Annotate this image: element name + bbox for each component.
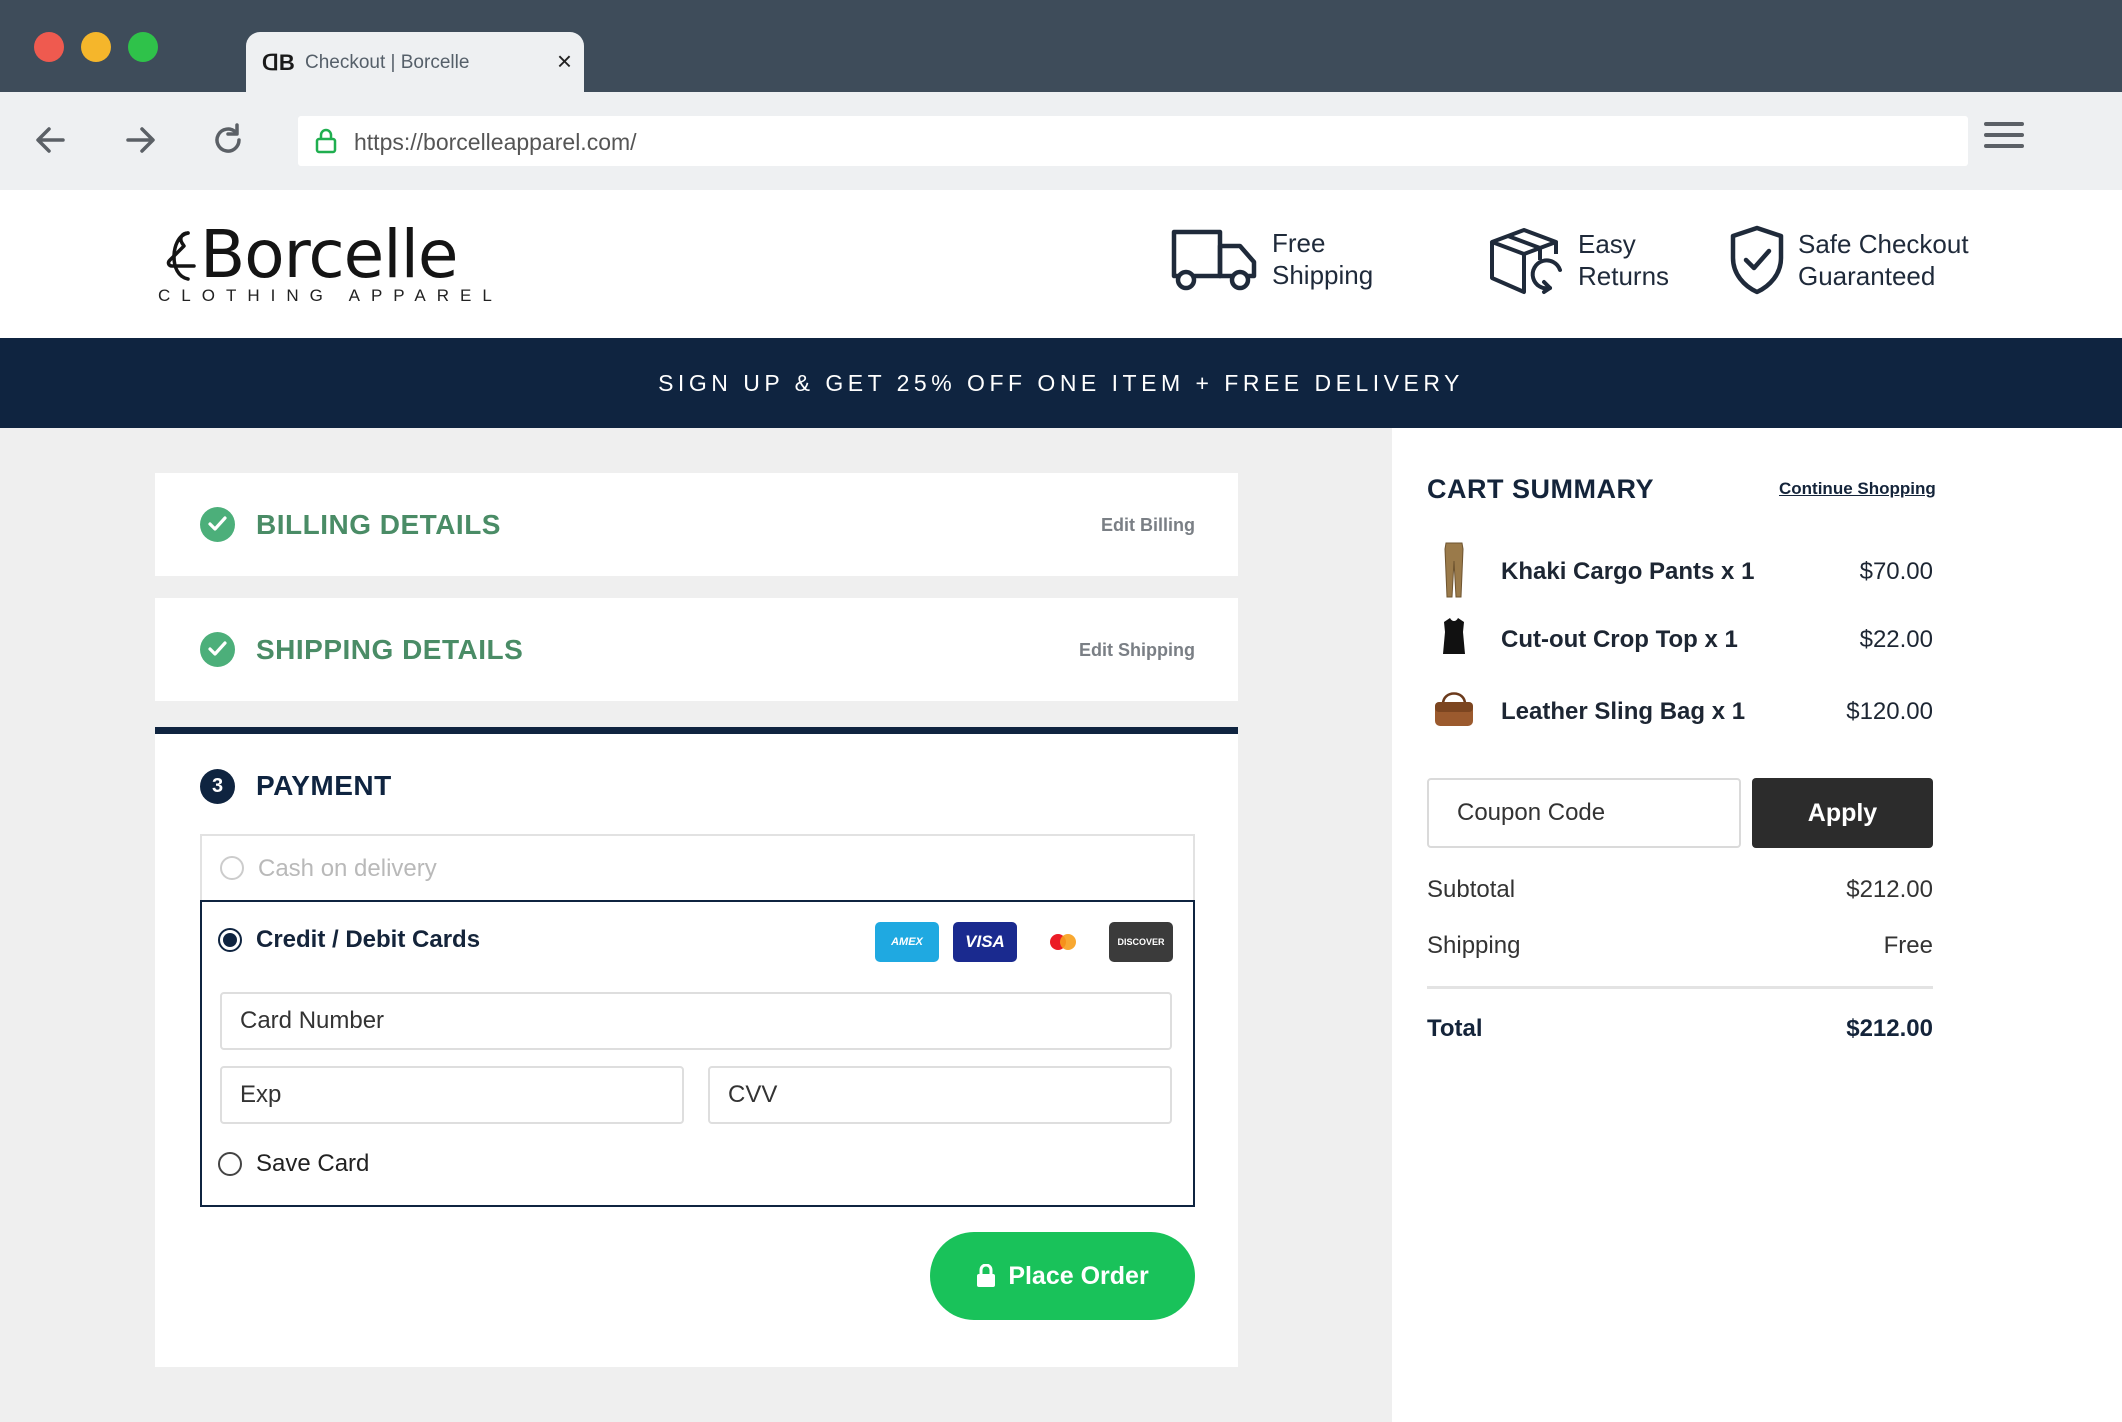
lock-icon bbox=[977, 1264, 996, 1287]
browser-titlebar: ᗡB Checkout | Borcelle × bbox=[0, 0, 2122, 94]
feature-free-shipping: Free Shipping bbox=[1170, 224, 1373, 294]
reload-button[interactable] bbox=[202, 114, 254, 166]
maximize-window-button[interactable] bbox=[128, 32, 158, 62]
browser-navbar: https://borcelleapparel.com/ bbox=[0, 92, 2122, 190]
edit-billing-link[interactable]: Edit Billing bbox=[1101, 515, 1195, 536]
subtotal-label: Subtotal bbox=[1427, 876, 1516, 903]
cart-item: Leather Sling Bag x 1 $120.00 bbox=[1427, 680, 1933, 740]
close-window-button[interactable] bbox=[34, 32, 64, 62]
cod-radio[interactable] bbox=[220, 856, 244, 880]
feature-line1: Easy bbox=[1578, 229, 1636, 259]
cod-label: Cash on delivery bbox=[258, 855, 437, 882]
check-circle-icon bbox=[200, 507, 235, 542]
continue-shopping-link[interactable]: Continue Shopping bbox=[1779, 479, 1936, 499]
billing-title: BILLING DETAILS bbox=[256, 509, 501, 540]
card-number-input[interactable] bbox=[220, 992, 1172, 1050]
feature-line2: Returns bbox=[1578, 261, 1670, 291]
check-circle-icon bbox=[200, 632, 235, 667]
visa-icon: VISA bbox=[953, 922, 1017, 962]
payment-title: PAYMENT bbox=[256, 770, 392, 801]
payment-option-card[interactable]: Credit / Debit Cards AMEX VISA DISCOVER … bbox=[200, 900, 1195, 1207]
feature-line1: Free bbox=[1272, 228, 1326, 258]
shipping-step: SHIPPING DETAILS Edit Shipping bbox=[155, 598, 1238, 701]
bag-thumbnail bbox=[1435, 692, 1473, 726]
payment-option-cod[interactable]: Cash on delivery bbox=[200, 834, 1195, 902]
place-order-label: Place Order bbox=[1008, 1261, 1149, 1290]
cart-item-name: Khaki Cargo Pants x 1 bbox=[1501, 558, 1755, 585]
save-card-label: Save Card bbox=[256, 1150, 370, 1177]
discover-icon: DISCOVER bbox=[1109, 922, 1173, 962]
coupon-input[interactable] bbox=[1427, 778, 1741, 848]
arrow-left-icon bbox=[36, 127, 65, 153]
feature-easy-returns: Easy Returns bbox=[1488, 224, 1669, 296]
apply-coupon-button[interactable]: Apply bbox=[1752, 778, 1933, 848]
promo-banner[interactable]: SIGN UP & GET 25% OFF ONE ITEM + FREE DE… bbox=[0, 338, 2122, 428]
favicon-icon: ᗡB bbox=[262, 50, 295, 75]
step-number-badge: 3 bbox=[200, 769, 235, 804]
cart-item-price: $22.00 bbox=[1859, 626, 1933, 653]
logo-tagline: CLOTHING APPAREL bbox=[158, 286, 503, 305]
payment-step: 3 PAYMENT Cash on delivery Credit / Debi… bbox=[155, 727, 1238, 1367]
forward-button[interactable] bbox=[115, 114, 167, 166]
lock-icon bbox=[315, 128, 337, 154]
hanger-icon bbox=[166, 231, 196, 281]
summary-divider bbox=[1427, 986, 1933, 989]
arrow-right-icon bbox=[126, 127, 155, 153]
place-order-button[interactable]: Place Order bbox=[930, 1232, 1195, 1320]
feature-line1: Safe Checkout bbox=[1798, 229, 1969, 259]
cvv-input[interactable] bbox=[708, 1066, 1172, 1124]
feature-line2: Shipping bbox=[1272, 260, 1374, 290]
shipping-value: Free bbox=[1883, 932, 1933, 959]
total-value: $212.00 bbox=[1846, 1015, 1933, 1042]
shipping-title: SHIPPING DETAILS bbox=[256, 634, 524, 665]
shield-check-icon bbox=[1730, 225, 1784, 295]
cart-item-name: Cut-out Crop Top x 1 bbox=[1501, 626, 1738, 653]
cart-summary-title: CART SUMMARY bbox=[1427, 474, 1654, 504]
truck-icon bbox=[1171, 229, 1257, 291]
cart-item-price: $70.00 bbox=[1859, 558, 1933, 585]
shipping-label: Shipping bbox=[1427, 932, 1521, 959]
cart-item-name: Leather Sling Bag x 1 bbox=[1501, 698, 1746, 725]
tab-title: Checkout | Borcelle bbox=[305, 52, 470, 73]
box-return-icon bbox=[1490, 228, 1562, 294]
hamburger-icon bbox=[1984, 122, 2024, 126]
promo-text: SIGN UP & GET 25% OFF ONE ITEM + FREE DE… bbox=[658, 369, 1464, 396]
browser-menu-button[interactable] bbox=[1984, 122, 2024, 158]
cart-item: Cut-out Crop Top x 1 $22.00 bbox=[1427, 608, 1933, 668]
mastercard-icon bbox=[1031, 922, 1095, 962]
minimize-window-button[interactable] bbox=[81, 32, 111, 62]
back-button[interactable] bbox=[24, 114, 76, 166]
feature-safe-checkout: Safe Checkout Guaranteed bbox=[1728, 224, 1969, 296]
cart-item: Khaki Cargo Pants x 1 $70.00 bbox=[1427, 540, 1933, 600]
card-option-label: Credit / Debit Cards bbox=[256, 926, 481, 953]
brand-logo[interactable]: Borcelle CLOTHING APPAREL bbox=[152, 220, 503, 306]
browser-tab[interactable]: ᗡB Checkout | Borcelle × bbox=[246, 32, 584, 94]
subtotal-value: $212.00 bbox=[1846, 876, 1933, 903]
pants-thumbnail bbox=[1444, 542, 1464, 598]
url-text: https://borcelleapparel.com/ bbox=[354, 129, 637, 155]
logo-wordmark: Borcelle bbox=[200, 216, 459, 293]
save-card-radio[interactable] bbox=[218, 1152, 242, 1176]
cart-item-price: $120.00 bbox=[1846, 698, 1933, 725]
edit-shipping-link[interactable]: Edit Shipping bbox=[1079, 640, 1195, 661]
reload-icon bbox=[215, 123, 241, 153]
expiry-input[interactable] bbox=[220, 1066, 684, 1124]
site-header: Borcelle CLOTHING APPAREL Free Shipping … bbox=[0, 190, 2122, 338]
billing-step: BILLING DETAILS Edit Billing bbox=[155, 473, 1238, 576]
tab-close-button[interactable]: × bbox=[557, 46, 572, 77]
card-radio[interactable] bbox=[218, 928, 242, 952]
feature-line2: Guaranteed bbox=[1798, 261, 1936, 291]
crop-top-thumbnail bbox=[1443, 618, 1465, 654]
card-brand-logos: AMEX VISA DISCOVER bbox=[875, 922, 1173, 962]
amex-icon: AMEX bbox=[875, 922, 939, 962]
total-label: Total bbox=[1427, 1015, 1483, 1042]
address-bar[interactable]: https://borcelleapparel.com/ bbox=[298, 116, 1968, 166]
